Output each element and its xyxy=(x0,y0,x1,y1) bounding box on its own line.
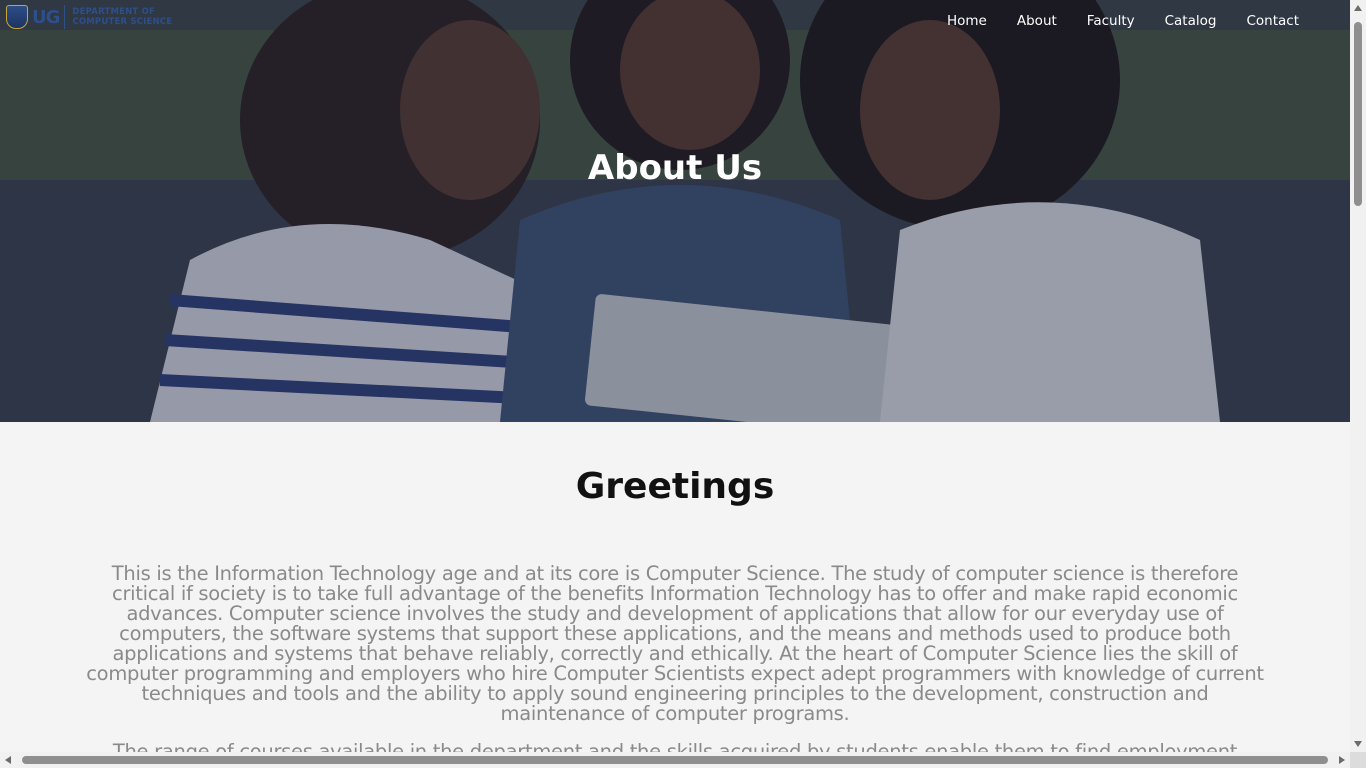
logo-line-1: DEPARTMENT OF xyxy=(72,7,156,17)
hero-overlay xyxy=(0,0,1350,422)
scroll-down-arrow-icon[interactable] xyxy=(1354,741,1362,747)
scroll-right-arrow-icon[interactable] xyxy=(1339,756,1345,764)
horizontal-scroll-thumb[interactable] xyxy=(22,756,1328,764)
nav-contact[interactable]: Contact xyxy=(1246,13,1299,29)
page-title: About Us xyxy=(587,148,763,188)
main-navigation: Home About Faculty Catalog Contact xyxy=(947,13,1299,29)
logo-abbreviation: UG xyxy=(32,6,60,28)
nav-about[interactable]: About xyxy=(1017,13,1057,29)
logo-department-name: DEPARTMENT OF COMPUTER SCIENCE xyxy=(72,7,172,27)
vertical-scroll-thumb[interactable] xyxy=(1354,22,1362,206)
department-logo[interactable]: UG DEPARTMENT OF COMPUTER SCIENCE xyxy=(6,4,172,30)
vertical-scrollbar[interactable] xyxy=(1350,0,1366,752)
section-heading: Greetings xyxy=(575,466,775,507)
logo-line-2: COMPUTER SCIENCE xyxy=(72,17,173,27)
greeting-paragraph-1: This is the Information Technology age a… xyxy=(86,562,1264,725)
horizontal-scrollbar[interactable] xyxy=(0,752,1350,768)
nav-home[interactable]: Home xyxy=(947,13,987,29)
hero-banner: UG DEPARTMENT OF COMPUTER SCIENCE Home A… xyxy=(0,0,1350,422)
scroll-up-arrow-icon[interactable] xyxy=(1354,5,1362,11)
nav-catalog[interactable]: Catalog xyxy=(1165,13,1217,29)
greetings-section: Greetings This is the Information Techno… xyxy=(0,422,1350,768)
nav-faculty[interactable]: Faculty xyxy=(1087,13,1135,29)
logo-divider xyxy=(64,5,66,29)
ug-crest-icon xyxy=(6,5,28,29)
scrollbar-corner xyxy=(1350,752,1366,768)
scroll-left-arrow-icon[interactable] xyxy=(5,756,11,764)
